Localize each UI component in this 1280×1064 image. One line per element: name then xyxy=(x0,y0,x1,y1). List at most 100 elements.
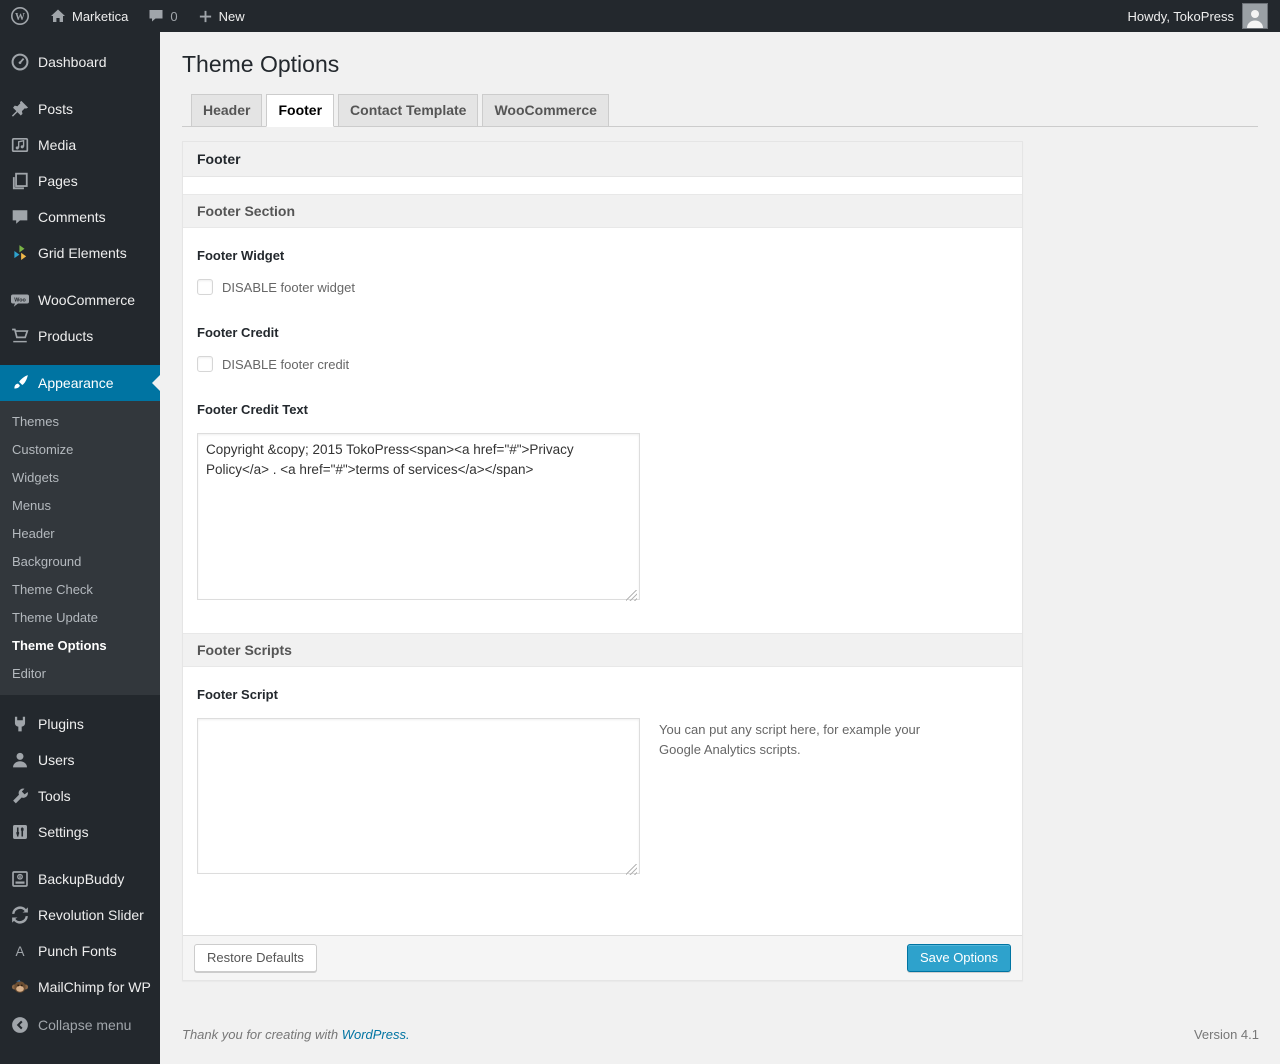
letter-a-icon: A xyxy=(10,941,30,961)
sidebar-separator xyxy=(0,271,160,282)
submenu-item-background[interactable]: Background xyxy=(0,548,160,576)
submenu-item-header[interactable]: Header xyxy=(0,520,160,548)
cycle-icon xyxy=(10,905,30,925)
howdy-label[interactable]: Howdy, TokoPress xyxy=(1128,9,1234,24)
footer-widget-row: DISABLE footer widget xyxy=(197,279,1008,295)
page-title: Theme Options xyxy=(182,51,340,77)
sidebar-item-users[interactable]: Users xyxy=(0,742,160,778)
panel-gap xyxy=(183,177,1022,194)
submenu-item-customize[interactable]: Customize xyxy=(0,436,160,464)
woocommerce-icon: Woo xyxy=(10,290,30,310)
sidebar-separator xyxy=(0,80,160,91)
site-name-menu[interactable]: Marketica xyxy=(40,0,138,32)
tab-woocommerce[interactable]: WooCommerce xyxy=(482,94,609,127)
section-header-footer-scripts: Footer Scripts xyxy=(183,633,1022,667)
sidebar-item-appearance[interactable]: Appearance xyxy=(0,365,160,401)
sidebar-item-posts[interactable]: Posts xyxy=(0,91,160,127)
submenu-item-theme-update[interactable]: Theme Update xyxy=(0,604,160,632)
media-icon xyxy=(10,135,30,155)
footer-script-label: Footer Script xyxy=(197,687,278,702)
sidebar-item-grid-elements[interactable]: Grid Elements xyxy=(0,235,160,271)
version-label: Version 4.1 xyxy=(1193,1027,1259,1042)
disable-footer-widget-checkbox[interactable] xyxy=(197,279,213,295)
sidebar-item-comments[interactable]: Comments xyxy=(0,199,160,235)
sidebar-item-label: WooCommerce xyxy=(38,292,135,308)
footer-credit-row: DISABLE footer credit xyxy=(197,356,1008,372)
dashboard-icon xyxy=(10,52,30,72)
footer-credit-textarea-wrap: Copyright &copy; 2015 TokoPress<span><a … xyxy=(197,433,640,605)
footer-credit-textarea[interactable]: Copyright &copy; 2015 TokoPress<span><a … xyxy=(197,433,640,600)
sidebar-item-label: Dashboard xyxy=(38,54,107,70)
sidebar-item-label: Appearance xyxy=(38,375,114,391)
disable-footer-credit-label[interactable]: DISABLE footer credit xyxy=(222,357,349,372)
sidebar-item-backupbuddy[interactable]: BackupBuddy xyxy=(0,861,160,897)
sidebar-separator xyxy=(0,850,160,861)
tab-footer[interactable]: Footer xyxy=(266,94,335,127)
pin-icon xyxy=(10,99,30,119)
disable-footer-credit-checkbox[interactable] xyxy=(197,356,213,372)
sidebar-item-pages[interactable]: Pages xyxy=(0,163,160,199)
svg-text:Woo: Woo xyxy=(14,298,26,304)
sidebar-item-label: Comments xyxy=(38,209,106,225)
save-options-button[interactable]: Save Options xyxy=(906,944,1011,972)
sidebar-item-label: Pages xyxy=(38,173,78,189)
wordpress-link[interactable]: WordPress. xyxy=(342,1027,410,1042)
submenu-item-theme-options[interactable]: Theme Options xyxy=(0,632,160,660)
sidebar-item-woocommerce[interactable]: Woo WooCommerce xyxy=(0,282,160,318)
footer-section-body: Footer Widget DISABLE footer widget Foot… xyxy=(183,228,1022,633)
sidebar-item-tools[interactable]: Tools xyxy=(0,778,160,814)
sidebar-item-products[interactable]: Products xyxy=(0,318,160,354)
new-menu[interactable]: New xyxy=(188,0,255,32)
theme-options-panel: Footer Footer Section Footer Widget DISA… xyxy=(182,141,1023,981)
plug-icon xyxy=(10,714,30,734)
sidebar-item-revolution-slider[interactable]: Revolution Slider xyxy=(0,897,160,933)
monkey-icon xyxy=(10,977,30,997)
collapse-icon xyxy=(10,1015,30,1035)
home-icon xyxy=(50,8,66,24)
tab-contact-template[interactable]: Contact Template xyxy=(338,94,479,127)
brush-icon xyxy=(10,373,30,393)
svg-text:A: A xyxy=(15,944,24,959)
submenu-item-theme-check[interactable]: Theme Check xyxy=(0,576,160,604)
site-name-label: Marketica xyxy=(72,8,129,24)
svg-text:W: W xyxy=(15,12,25,23)
footer-widget-label: Footer Widget xyxy=(197,248,285,263)
comments-menu[interactable]: 0 xyxy=(138,0,187,32)
comments-icon xyxy=(10,207,30,227)
tab-bar: Header Footer Contact Template WooCommerce xyxy=(182,90,1258,127)
sidebar-item-mailchimp-for-wp[interactable]: MailChimp for WP xyxy=(0,969,160,1005)
sidebar-item-label: Products xyxy=(38,328,94,344)
appearance-submenu: Themes Customize Widgets Menus Header Backgro… xyxy=(0,401,160,695)
restore-defaults-button[interactable]: Restore Defaults xyxy=(194,944,317,972)
user-icon xyxy=(10,750,30,770)
comment-count: 0 xyxy=(170,8,178,24)
disable-footer-widget-label[interactable]: DISABLE footer widget xyxy=(222,280,355,295)
comment-bubble-icon xyxy=(148,8,164,24)
sidebar-item-collapse-menu[interactable]: Collapse menu xyxy=(0,1007,160,1043)
admin-bar-left: W Marketica 0 New xyxy=(0,0,255,32)
sidebar-item-label: Plugins xyxy=(38,716,84,732)
submenu-item-themes[interactable]: Themes xyxy=(0,408,160,436)
wordpress-logo-icon: W xyxy=(10,6,30,26)
tab-header[interactable]: Header xyxy=(191,94,263,127)
footer-scripts-body: Footer Script You can put any script her… xyxy=(183,667,1022,935)
sidebar-item-label: Collapse menu xyxy=(38,1017,132,1033)
section-header-footer-section: Footer Section xyxy=(183,194,1022,228)
sidebar-item-plugins[interactable]: Plugins xyxy=(0,706,160,742)
grid-elements-icon xyxy=(10,243,30,263)
sidebar-item-punch-fonts[interactable]: A Punch Fonts xyxy=(0,933,160,969)
sidebar-item-dashboard[interactable]: Dashboard xyxy=(0,44,160,80)
footer-credit-text-label: Footer Credit Text xyxy=(197,402,308,417)
sidebar-item-media[interactable]: Media xyxy=(0,127,160,163)
footer-script-textarea[interactable] xyxy=(197,718,640,874)
current-menu-arrow xyxy=(152,375,160,391)
avatar[interactable] xyxy=(1242,3,1268,29)
sidebar-item-label: Settings xyxy=(38,824,89,840)
submenu-item-menus[interactable]: Menus xyxy=(0,492,160,520)
panel-footer: Restore Defaults Save Options xyxy=(183,935,1022,980)
wordpress-logo-menu[interactable]: W xyxy=(0,0,40,32)
sidebar-item-settings[interactable]: Settings xyxy=(0,814,160,850)
submenu-item-editor[interactable]: Editor xyxy=(0,660,160,688)
submenu-item-widgets[interactable]: Widgets xyxy=(0,464,160,492)
sidebar-item-label: Media xyxy=(38,137,77,153)
